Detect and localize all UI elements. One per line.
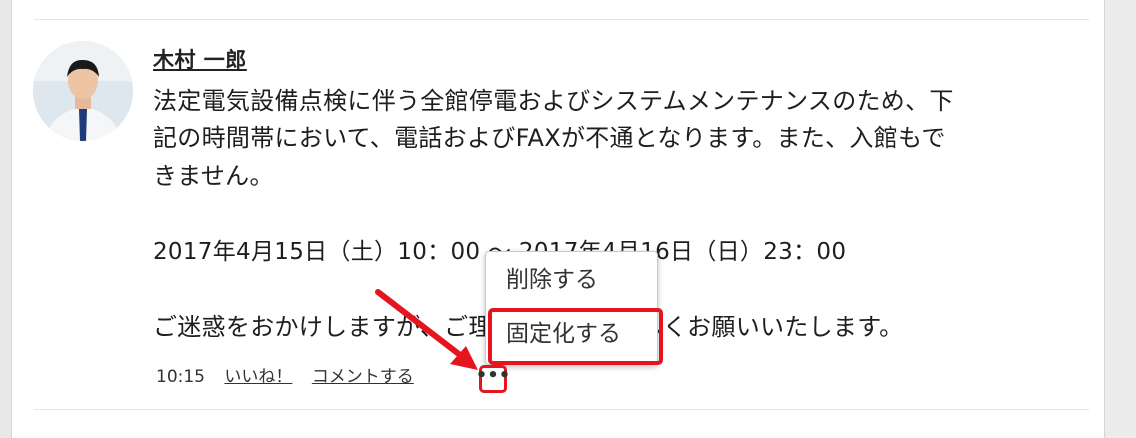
post-divider-top bbox=[34, 19, 1089, 20]
right-scrollbar[interactable] bbox=[1104, 0, 1136, 438]
left-panel-edge bbox=[0, 0, 12, 438]
menu-item-delete[interactable]: 削除する bbox=[486, 256, 657, 304]
post-divider-bottom bbox=[34, 409, 1089, 410]
like-link[interactable]: いいね！ bbox=[224, 367, 292, 387]
menu-item-pin[interactable]: 固定化する bbox=[486, 310, 657, 358]
annotation-arrow-icon bbox=[375, 289, 478, 370]
post-action-menu: 削除する 固定化する bbox=[485, 251, 658, 365]
post-body-line-3: きません。 bbox=[153, 162, 274, 190]
author-name-link[interactable]: 木村 一郎 bbox=[153, 44, 247, 74]
avatar-photo bbox=[33, 41, 133, 141]
post-timestamp: 10:15 bbox=[156, 367, 205, 387]
post-body-line-1: 法定電気設備点検に伴う全館停電およびシステムメンテナンスのため、下 bbox=[153, 87, 954, 115]
post-body-line-2: 記の時間帯において、電話およびFAXが不通となります。また、入館もで bbox=[153, 124, 946, 152]
avatar[interactable] bbox=[33, 41, 133, 141]
